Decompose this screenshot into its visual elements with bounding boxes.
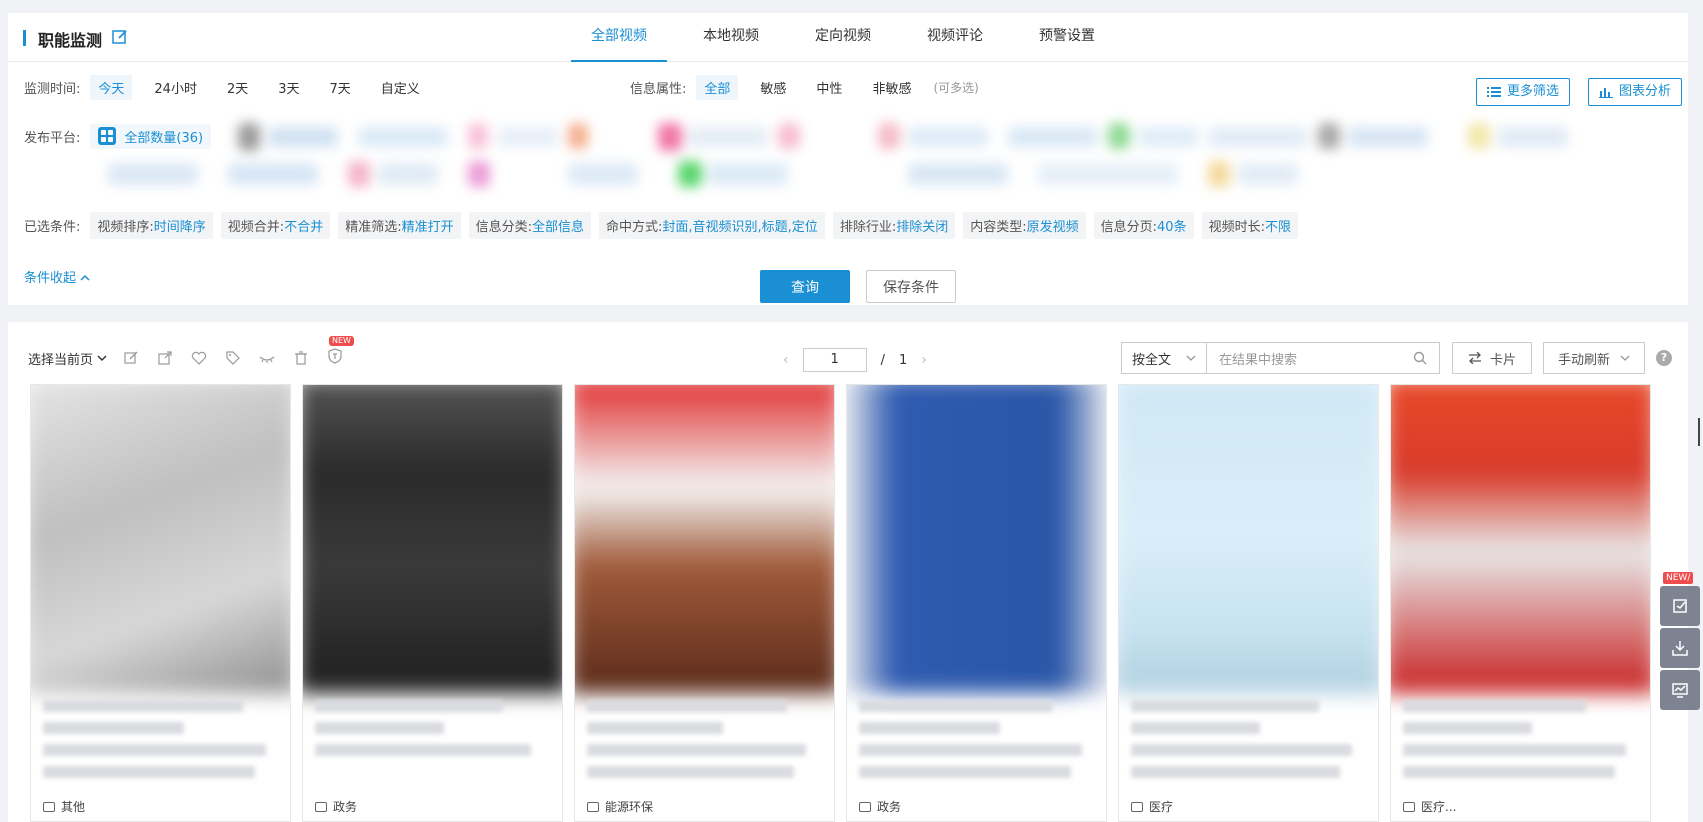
condition-chip[interactable]: 视频合并:不合并 [220,211,331,239]
next-page-icon[interactable]: › [921,352,927,368]
search-icon[interactable] [1413,351,1427,365]
side-new-badge: NEW/ [1663,572,1694,584]
pagination: ‹ 1 / 1 › [783,348,927,372]
card-industry-tag: 其他 [43,798,85,815]
results-panel: 选择当前页 NEW ‹ 1 / 1 › 按全文 在结果中搜索 卡片 手动刷新 ?… [8,322,1688,822]
card-content-blurred [31,686,290,802]
card-industry-tag: 医疗... [1403,798,1456,815]
monitor-chart-icon [1672,683,1688,698]
condition-chip[interactable]: 精准筛选:精准打开 [338,211,461,239]
page-total: 1 [899,352,908,368]
side-report-button[interactable] [1660,586,1700,626]
collapse-conditions-link[interactable]: 条件收起 [24,267,90,286]
video-thumbnail[interactable] [575,385,834,694]
view-mode-button[interactable]: 卡片 [1452,342,1532,374]
video-thumbnail[interactable] [847,385,1106,694]
filter-panel: 职能监测 全部视频 本地视频 定向视频 视频评论 预警设置 监测时间: 今天 2… [8,13,1688,305]
condition-chip[interactable]: 视频时长:不限 [1201,211,1298,239]
briefcase-icon [315,801,327,812]
query-button[interactable]: 查询 [760,270,850,303]
video-thumbnail[interactable] [31,385,290,694]
download-icon [1672,641,1688,656]
card-industry-tag: 医疗 [1131,798,1173,815]
condition-chip[interactable]: 内容类型:原发视频 [963,211,1086,239]
condition-chip[interactable]: 视频排序:时间降序 [90,211,213,239]
conditions-label: 已选条件: [24,219,81,235]
video-card[interactable]: 其他 [30,384,291,822]
video-thumbnail[interactable] [1119,385,1378,694]
condition-chip[interactable]: 信息分页:40条 [1093,211,1194,239]
card-content-blurred [847,686,1106,802]
page-input[interactable]: 1 [802,348,867,372]
share-icon[interactable] [157,350,173,366]
prev-page-icon[interactable]: ‹ [783,352,789,368]
new-badge: NEW [329,336,354,346]
briefcase-icon [859,801,871,812]
briefcase-icon [1403,801,1415,812]
card-content-blurred [1119,686,1378,802]
heart-icon[interactable] [191,350,207,366]
card-content-blurred [1391,686,1650,802]
video-thumbnail[interactable] [1391,385,1650,694]
side-download-button[interactable] [1660,628,1700,668]
search-type-select[interactable]: 按全文 [1121,342,1207,374]
refresh-mode-select[interactable]: 手动刷新 [1543,342,1645,374]
batch-toolbar: 选择当前页 NEW [28,336,361,368]
briefcase-icon [587,801,599,812]
briefcase-icon [1131,801,1143,812]
shield-icon [328,348,342,364]
condition-chip[interactable]: 命中方式:封面,音视频识别,标题,定位 [599,211,825,239]
briefcase-icon [43,801,55,812]
chevron-down-icon [97,355,107,362]
select-page-dropdown[interactable]: 选择当前页 [28,349,107,368]
edit-icon[interactable] [123,350,139,366]
swap-icon [1468,352,1481,364]
platform-list-blurred [8,13,1688,213]
shield-tool[interactable]: NEW [327,336,361,368]
hide-eye-icon[interactable] [259,350,275,366]
chevron-down-icon [1620,355,1630,361]
card-industry-tag: 政务 [859,798,901,815]
video-card[interactable]: 医疗... [1390,384,1651,822]
selected-conditions-row: 已选条件: 视频排序:时间降序 视频合并:不合并 精准筛选:精准打开 信息分类:… [24,211,1306,239]
help-icon[interactable]: ? [1656,350,1672,366]
card-content-blurred [575,686,834,802]
side-monitor-button[interactable] [1660,670,1700,710]
chevron-down-icon [1186,355,1196,361]
trash-icon[interactable] [293,350,309,366]
video-card[interactable]: 能源环保 [574,384,835,822]
video-thumbnail[interactable] [303,385,562,694]
card-content-blurred [303,686,562,780]
video-card[interactable]: 政务 [846,384,1107,822]
video-card[interactable]: 医疗 [1118,384,1379,822]
search-input[interactable]: 在结果中搜索 [1207,342,1440,374]
report-edit-icon [1673,599,1687,613]
chevron-up-icon [80,274,90,281]
page-separator: / [880,352,885,368]
tag-icon[interactable] [225,350,241,366]
floating-side-tools: NEW/ [1660,572,1700,712]
card-industry-tag: 能源环保 [587,798,653,815]
condition-chip[interactable]: 信息分类:全部信息 [468,211,592,239]
scrollbar-handle[interactable] [1698,418,1700,446]
video-card[interactable]: 政务 [302,384,563,822]
save-conditions-button[interactable]: 保存条件 [866,270,956,303]
result-search: 按全文 在结果中搜索 [1121,342,1440,374]
card-industry-tag: 政务 [315,798,357,815]
condition-chip[interactable]: 排除行业:排除关闭 [832,211,956,239]
